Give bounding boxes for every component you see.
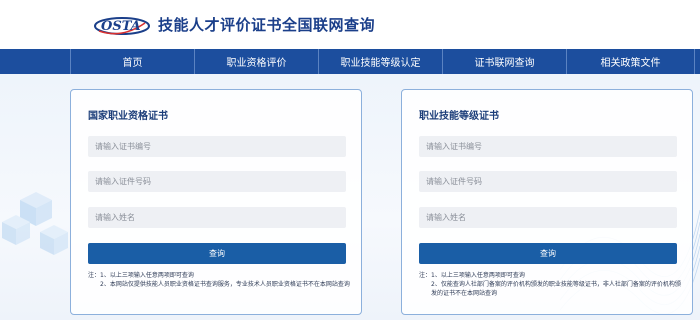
certificate-number-input[interactable] xyxy=(88,136,346,157)
card-title: 国家职业资格证书 xyxy=(88,111,168,122)
note-line: 2、仅能查询人社部门备案的评价机构颁发的职业技能等级证书，非人社部门备案的评价机… xyxy=(431,281,681,297)
nav-item-policy-documents[interactable]: 相关政策文件 xyxy=(567,49,695,74)
site-title: 技能人才评价证书全国联网查询 xyxy=(158,16,376,34)
decorative-cubes xyxy=(2,192,68,255)
note-line: 注：1、以上三项输入任意两项即可查询 xyxy=(88,272,194,279)
nav-item-home[interactable]: 首页 xyxy=(71,49,195,74)
site-header: OSTA 技能人才评价证书全国联网查询 xyxy=(0,0,700,49)
national-qualification-card: 国家职业资格证书 查询 注：1、以上三项输入任意两项即可查询 2、本网站仅提供技… xyxy=(70,89,362,315)
query-button[interactable]: 查询 xyxy=(88,243,346,264)
skill-level-card: 职业技能等级证书 查询 注：1、以上三项输入任意两项即可查询 2、仅能查询人社部… xyxy=(401,89,693,315)
main-nav: 首页 职业资格评价 职业技能等级认定 证书联网查询 相关政策文件 xyxy=(0,49,700,74)
note-line: 注：1、以上三项输入任意两项即可查询 xyxy=(419,272,525,279)
nav-item-certificate-query[interactable]: 证书联网查询 xyxy=(443,49,567,74)
notes: 注：1、以上三项输入任意两项即可查询 2、本网站仅提供技能人员职业资格证书查询服… xyxy=(88,271,350,289)
name-input[interactable] xyxy=(88,207,346,228)
query-button[interactable]: 查询 xyxy=(419,243,677,264)
svg-text:OSTA: OSTA xyxy=(101,19,141,34)
id-number-input[interactable] xyxy=(419,171,677,192)
card-title: 职业技能等级证书 xyxy=(419,111,499,122)
id-number-input[interactable] xyxy=(88,171,346,192)
name-input[interactable] xyxy=(419,207,677,228)
certificate-number-input[interactable] xyxy=(419,136,677,157)
nav-spacer xyxy=(0,49,71,74)
note-line: 2、本网站仅提供技能人员职业资格证书查询服务，专业技术人员职业资格证书不在本网站… xyxy=(100,281,350,288)
notes: 注：1、以上三项输入任意两项即可查询 2、仅能查询人社部门备案的评价机构颁发的职… xyxy=(419,271,681,298)
osta-logo[interactable]: OSTA xyxy=(93,13,151,37)
nav-item-skill-level-certification[interactable]: 职业技能等级认定 xyxy=(319,49,443,74)
nav-item-qualification-evaluation[interactable]: 职业资格评价 xyxy=(195,49,319,74)
